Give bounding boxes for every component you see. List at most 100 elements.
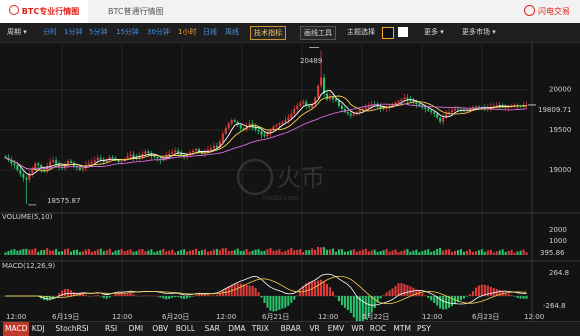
- volume-bar: [230, 250, 233, 255]
- indicator-tab-sar[interactable]: SAR: [205, 322, 220, 336]
- indicator-tab-boll[interactable]: BOLL: [176, 322, 195, 336]
- current-price-label: 19809.71: [538, 106, 571, 114]
- period-tab[interactable]: 周线: [225, 23, 239, 42]
- period-tab[interactable]: 30分钟: [147, 23, 170, 42]
- flash-trade-link[interactable]: 闪电交易: [524, 0, 570, 23]
- price-tick: 19500: [549, 126, 571, 134]
- macd-bar: [394, 285, 397, 296]
- volume-bar: [7, 251, 10, 255]
- indicator-tab-obv[interactable]: OBV: [152, 322, 168, 336]
- volume-bar: [427, 249, 430, 255]
- period-tab-active[interactable]: 1小时: [178, 23, 196, 42]
- volume-bar: [495, 251, 498, 255]
- indicator-tab-wr[interactable]: WR: [351, 322, 364, 336]
- volume-bar: [269, 248, 272, 255]
- indicator-tab-dmi[interactable]: DMI: [129, 322, 143, 336]
- indicator-tab-stochrsi[interactable]: StochRSI: [55, 322, 88, 336]
- theme-label: 主题选择: [347, 28, 375, 36]
- indicator-tab-rsi[interactable]: RSI: [105, 322, 117, 336]
- tab-normal-chart[interactable]: BTC普通行情图: [108, 0, 164, 23]
- macd-bar: [102, 296, 105, 299]
- price-chart[interactable]: 火币 huobi.com VOLUME(5,10) MACD(12,26,9) …: [0, 42, 580, 321]
- candle-body: [221, 133, 224, 142]
- candle-body: [352, 113, 355, 116]
- candle-body: [427, 108, 430, 111]
- draw-tools-button[interactable]: 画线工具: [300, 26, 336, 40]
- indicator-tab-kdj[interactable]: KDJ: [32, 322, 45, 336]
- volume-bar: [448, 249, 451, 255]
- volume-bar: [245, 249, 248, 255]
- volume-bar: [55, 248, 58, 255]
- candle-body: [227, 123, 230, 129]
- volume-bar: [406, 249, 409, 255]
- volume-bar: [40, 250, 43, 255]
- volume-bar: [519, 250, 522, 255]
- indicator-tab-roc[interactable]: ROC: [370, 322, 386, 336]
- volume-bar: [388, 251, 391, 255]
- theme-dark-swatch[interactable]: [382, 27, 394, 39]
- macd-bar: [385, 292, 388, 296]
- candle-body: [275, 124, 278, 127]
- period-tab[interactable]: 1分钟: [64, 23, 82, 42]
- volume-bar: [480, 249, 483, 255]
- more-menu[interactable]: 更多 ▾: [424, 23, 444, 42]
- indicator-tab-mtm[interactable]: MTM: [393, 322, 411, 336]
- volume-bar: [492, 252, 495, 255]
- indicator-tab-vr[interactable]: VR: [309, 322, 319, 336]
- volume-bar: [314, 249, 317, 255]
- volume-bar: [305, 250, 308, 255]
- candle-body: [25, 177, 28, 180]
- theme-light-swatch[interactable]: [398, 27, 408, 37]
- candles: [4, 47, 528, 206]
- indicator-tab-emv[interactable]: EMV: [328, 322, 344, 336]
- candle-body: [474, 106, 477, 108]
- candle-body: [78, 167, 81, 170]
- time-tick: 6月22日: [362, 313, 389, 321]
- svg-text:huobi.com: huobi.com: [262, 194, 299, 202]
- macd-bar: [343, 296, 346, 308]
- indicator-tab-macd[interactable]: MACD: [3, 322, 30, 336]
- volume-bar: [328, 249, 332, 255]
- volume-bar: [236, 248, 239, 255]
- tab-pro-chart[interactable]: BTC专业行情图: [0, 0, 88, 23]
- macd-bar: [245, 285, 248, 296]
- volume-bar: [31, 249, 34, 255]
- period-tab[interactable]: 5分钟: [89, 23, 107, 42]
- time-axis: 12:00 6月19日 12:00 6月20日 12:00 6月21日 12:00 6月22日…: [6, 313, 544, 321]
- vol-tick-2000: 2000: [549, 226, 567, 234]
- indicator-tab-trix[interactable]: TRIX: [252, 322, 269, 336]
- volume-bar: [391, 250, 394, 255]
- macd-title: MACD(12,26,9): [2, 262, 55, 270]
- macd-bar: [141, 295, 144, 297]
- volume-bar: [358, 250, 361, 255]
- more-markets-menu[interactable]: 更多市场 ▾: [462, 23, 496, 42]
- volume-bar: [102, 251, 105, 255]
- indicator-tab-dma[interactable]: DMA: [228, 322, 245, 336]
- tech-indicator-button[interactable]: 技术指标: [250, 26, 286, 40]
- macd-bar: [465, 296, 469, 297]
- candle-body: [302, 101, 305, 104]
- volume-bar: [308, 250, 311, 255]
- macd-bar: [212, 295, 215, 297]
- macd-bar: [433, 296, 436, 303]
- period-tab[interactable]: 分时: [43, 23, 57, 42]
- candle-body: [293, 108, 296, 114]
- time-tick: 6月21日: [262, 313, 289, 321]
- period-label: 周期 ▾: [7, 28, 27, 36]
- indicator-tab-psy[interactable]: PSY: [417, 322, 431, 336]
- candle-body: [141, 153, 144, 156]
- time-tick: 6月19日: [52, 313, 79, 321]
- period-tab[interactable]: 日线: [203, 23, 217, 42]
- candle-body: [349, 113, 352, 116]
- macd-bar: [174, 296, 177, 298]
- volume-bar: [337, 249, 340, 255]
- macd-bar: [480, 284, 483, 296]
- volume-bar: [52, 250, 55, 255]
- indicator-tab-brar[interactable]: BRAR: [281, 322, 301, 336]
- volume-bar: [486, 250, 489, 255]
- macd-bar: [209, 295, 212, 297]
- flash-trade-label: 闪电交易: [538, 7, 570, 16]
- macd-bar: [525, 296, 528, 299]
- volume-bar: [206, 251, 209, 255]
- period-tab[interactable]: 15分钟: [116, 23, 139, 42]
